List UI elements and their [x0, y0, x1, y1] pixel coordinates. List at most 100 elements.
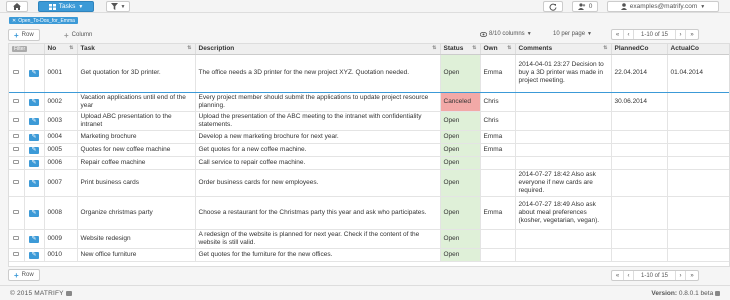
description-cell[interactable]: Choose a restaurant for the Christmas pa… — [195, 196, 441, 230]
owner-cell[interactable]: Emma — [480, 130, 516, 144]
add-column-button[interactable]: + Column — [58, 29, 98, 41]
row-checkbox[interactable] — [13, 159, 20, 164]
actual-completion-cell[interactable] — [667, 229, 729, 249]
column-header[interactable]: ActualCo — [667, 44, 729, 55]
description-cell[interactable]: Call service to repair coffee machine. — [195, 156, 441, 170]
planned-completion-cell[interactable] — [611, 248, 668, 262]
comments-cell[interactable] — [515, 229, 612, 249]
planned-completion-cell[interactable] — [611, 156, 668, 170]
table-row[interactable]: ✎ 0004 Marketing brochure Develop a new mar… — [9, 130, 729, 144]
owner-cell[interactable] — [480, 248, 516, 262]
row-edit-cell[interactable]: ✎ — [24, 248, 45, 262]
edit-icon[interactable]: ✎ — [29, 159, 39, 167]
task-cell[interactable]: Upload ABC presentation to the intranet — [77, 111, 196, 131]
description-cell[interactable]: Every project member should submit the a… — [195, 92, 441, 112]
planned-completion-cell[interactable] — [611, 111, 668, 131]
owner-cell[interactable]: Emma — [480, 53, 516, 93]
status-cell[interactable]: Open — [440, 53, 481, 93]
edit-icon[interactable]: ✎ — [29, 133, 39, 141]
actual-completion-cell[interactable] — [667, 92, 729, 112]
row-edit-cell[interactable]: ✎ — [24, 229, 45, 249]
table-row[interactable]: ✎ 0008 Organize christmas party Choose a re… — [9, 196, 729, 230]
comments-cell[interactable] — [515, 92, 612, 112]
description-cell[interactable]: Get quotes for the furniture for the new… — [195, 248, 441, 262]
owner-cell[interactable]: Chris — [480, 111, 516, 131]
description-cell[interactable]: Develop a new marketing brochure for nex… — [195, 130, 441, 144]
row-edit-cell[interactable]: ✎ — [24, 111, 45, 131]
first-page-icon[interactable]: « — [612, 30, 624, 39]
planned-completion-cell[interactable] — [611, 196, 668, 230]
row-edit-cell[interactable]: ✎ — [24, 156, 45, 170]
actual-completion-cell[interactable] — [667, 196, 729, 230]
refresh-button[interactable] — [543, 1, 563, 12]
row-select-cell[interactable] — [9, 196, 25, 230]
no-cell[interactable]: 0002 — [44, 92, 78, 112]
column-header[interactable]: Status ⇅ — [440, 44, 481, 55]
row-edit-cell[interactable]: ✎ — [24, 169, 45, 197]
filter-header[interactable]: Filter — [9, 44, 45, 55]
row-checkbox[interactable] — [13, 70, 20, 74]
tasks-menu-button[interactable]: Tasks ▼ — [38, 1, 94, 12]
row-edit-cell[interactable]: ✎ — [24, 130, 45, 144]
prev-page-icon[interactable]: ‹ — [624, 30, 634, 39]
status-cell[interactable]: Open — [440, 130, 481, 144]
row-checkbox[interactable] — [13, 117, 20, 122]
status-cell[interactable]: Open — [440, 156, 481, 170]
column-header[interactable]: Comments ⇅ — [515, 44, 612, 55]
column-header[interactable]: No ⇅ — [44, 44, 78, 55]
table-row[interactable]: ✎ 0007 Print business cards Order business … — [9, 169, 729, 197]
edit-icon[interactable]: ✎ — [29, 117, 39, 125]
row-edit-cell[interactable]: ✎ — [24, 143, 45, 157]
columns-visibility-toggle[interactable]: 8/10 columns ▼ — [480, 31, 532, 37]
owner-cell[interactable] — [480, 169, 516, 197]
planned-completion-cell[interactable]: 30.06.2014 — [611, 92, 668, 112]
actual-completion-cell[interactable] — [667, 169, 729, 197]
description-cell[interactable]: A redesign of the website is planned for… — [195, 229, 441, 249]
task-cell[interactable]: Organize christmas party — [77, 196, 196, 230]
comments-cell[interactable]: 2014-04-01 23:27 Decision to buy a 3D pr… — [515, 53, 612, 93]
planned-completion-cell[interactable]: 22.04.2014 — [611, 53, 668, 93]
table-row[interactable]: ✎ 0005 Quotes for new coffee machine Get qu… — [9, 143, 729, 157]
add-row-button[interactable]: + Row — [8, 29, 40, 41]
planned-completion-cell[interactable] — [611, 130, 668, 144]
no-cell[interactable]: 0008 — [44, 196, 78, 230]
row-checkbox[interactable] — [13, 209, 20, 214]
comments-cell[interactable]: 2014-07-27 18:42 Also ask everyone if ne… — [515, 169, 612, 197]
row-checkbox[interactable] — [13, 133, 20, 138]
description-cell[interactable]: Order business cards for new employees. — [195, 169, 441, 197]
edit-icon[interactable]: ✎ — [29, 179, 39, 187]
row-select-cell[interactable] — [9, 169, 25, 197]
description-cell[interactable]: Upload the presentation of the ABC meeti… — [195, 111, 441, 131]
comments-cell[interactable] — [515, 156, 612, 170]
no-cell[interactable]: 0003 — [44, 111, 78, 131]
prev-page-icon[interactable]: ‹ — [624, 271, 634, 280]
row-select-cell[interactable] — [9, 130, 25, 144]
no-cell[interactable]: 0001 — [44, 53, 78, 93]
external-link-icon[interactable] — [65, 290, 72, 296]
planned-completion-cell[interactable] — [611, 169, 668, 197]
task-cell[interactable]: Get quotation for 3D printer. — [77, 53, 196, 93]
status-cell[interactable]: Open — [440, 143, 481, 157]
row-edit-cell[interactable]: ✎ — [24, 92, 45, 112]
task-cell[interactable]: Vacation applications until end of the y… — [77, 92, 196, 112]
table-row[interactable]: ✎ 0006 Repair coffee machine Call service t… — [9, 156, 729, 170]
column-header[interactable]: Task ⇅ — [77, 44, 196, 55]
no-cell[interactable]: 0006 — [44, 156, 78, 170]
edit-icon[interactable]: ✎ — [29, 98, 39, 106]
row-select-cell[interactable] — [9, 248, 25, 262]
status-cell[interactable]: Open — [440, 229, 481, 249]
edit-icon[interactable]: ✎ — [29, 251, 39, 259]
per-page-select[interactable]: 10 per page ▼ — [553, 31, 592, 37]
row-checkbox[interactable] — [13, 235, 20, 240]
row-checkbox[interactable] — [13, 251, 20, 256]
row-select-cell[interactable] — [9, 143, 25, 157]
task-cell[interactable]: Website redesign — [77, 229, 196, 249]
actual-completion-cell[interactable] — [667, 143, 729, 157]
close-icon[interactable]: ✕ — [12, 18, 16, 24]
table-row[interactable]: ✎ 0009 Website redesign A redesign of the w… — [9, 229, 729, 249]
owner-cell[interactable] — [480, 229, 516, 249]
row-select-cell[interactable] — [9, 53, 25, 93]
actual-completion-cell[interactable] — [667, 248, 729, 262]
user-count-button[interactable]: 0 — [572, 1, 598, 12]
column-header[interactable]: Own ⇅ — [480, 44, 516, 55]
